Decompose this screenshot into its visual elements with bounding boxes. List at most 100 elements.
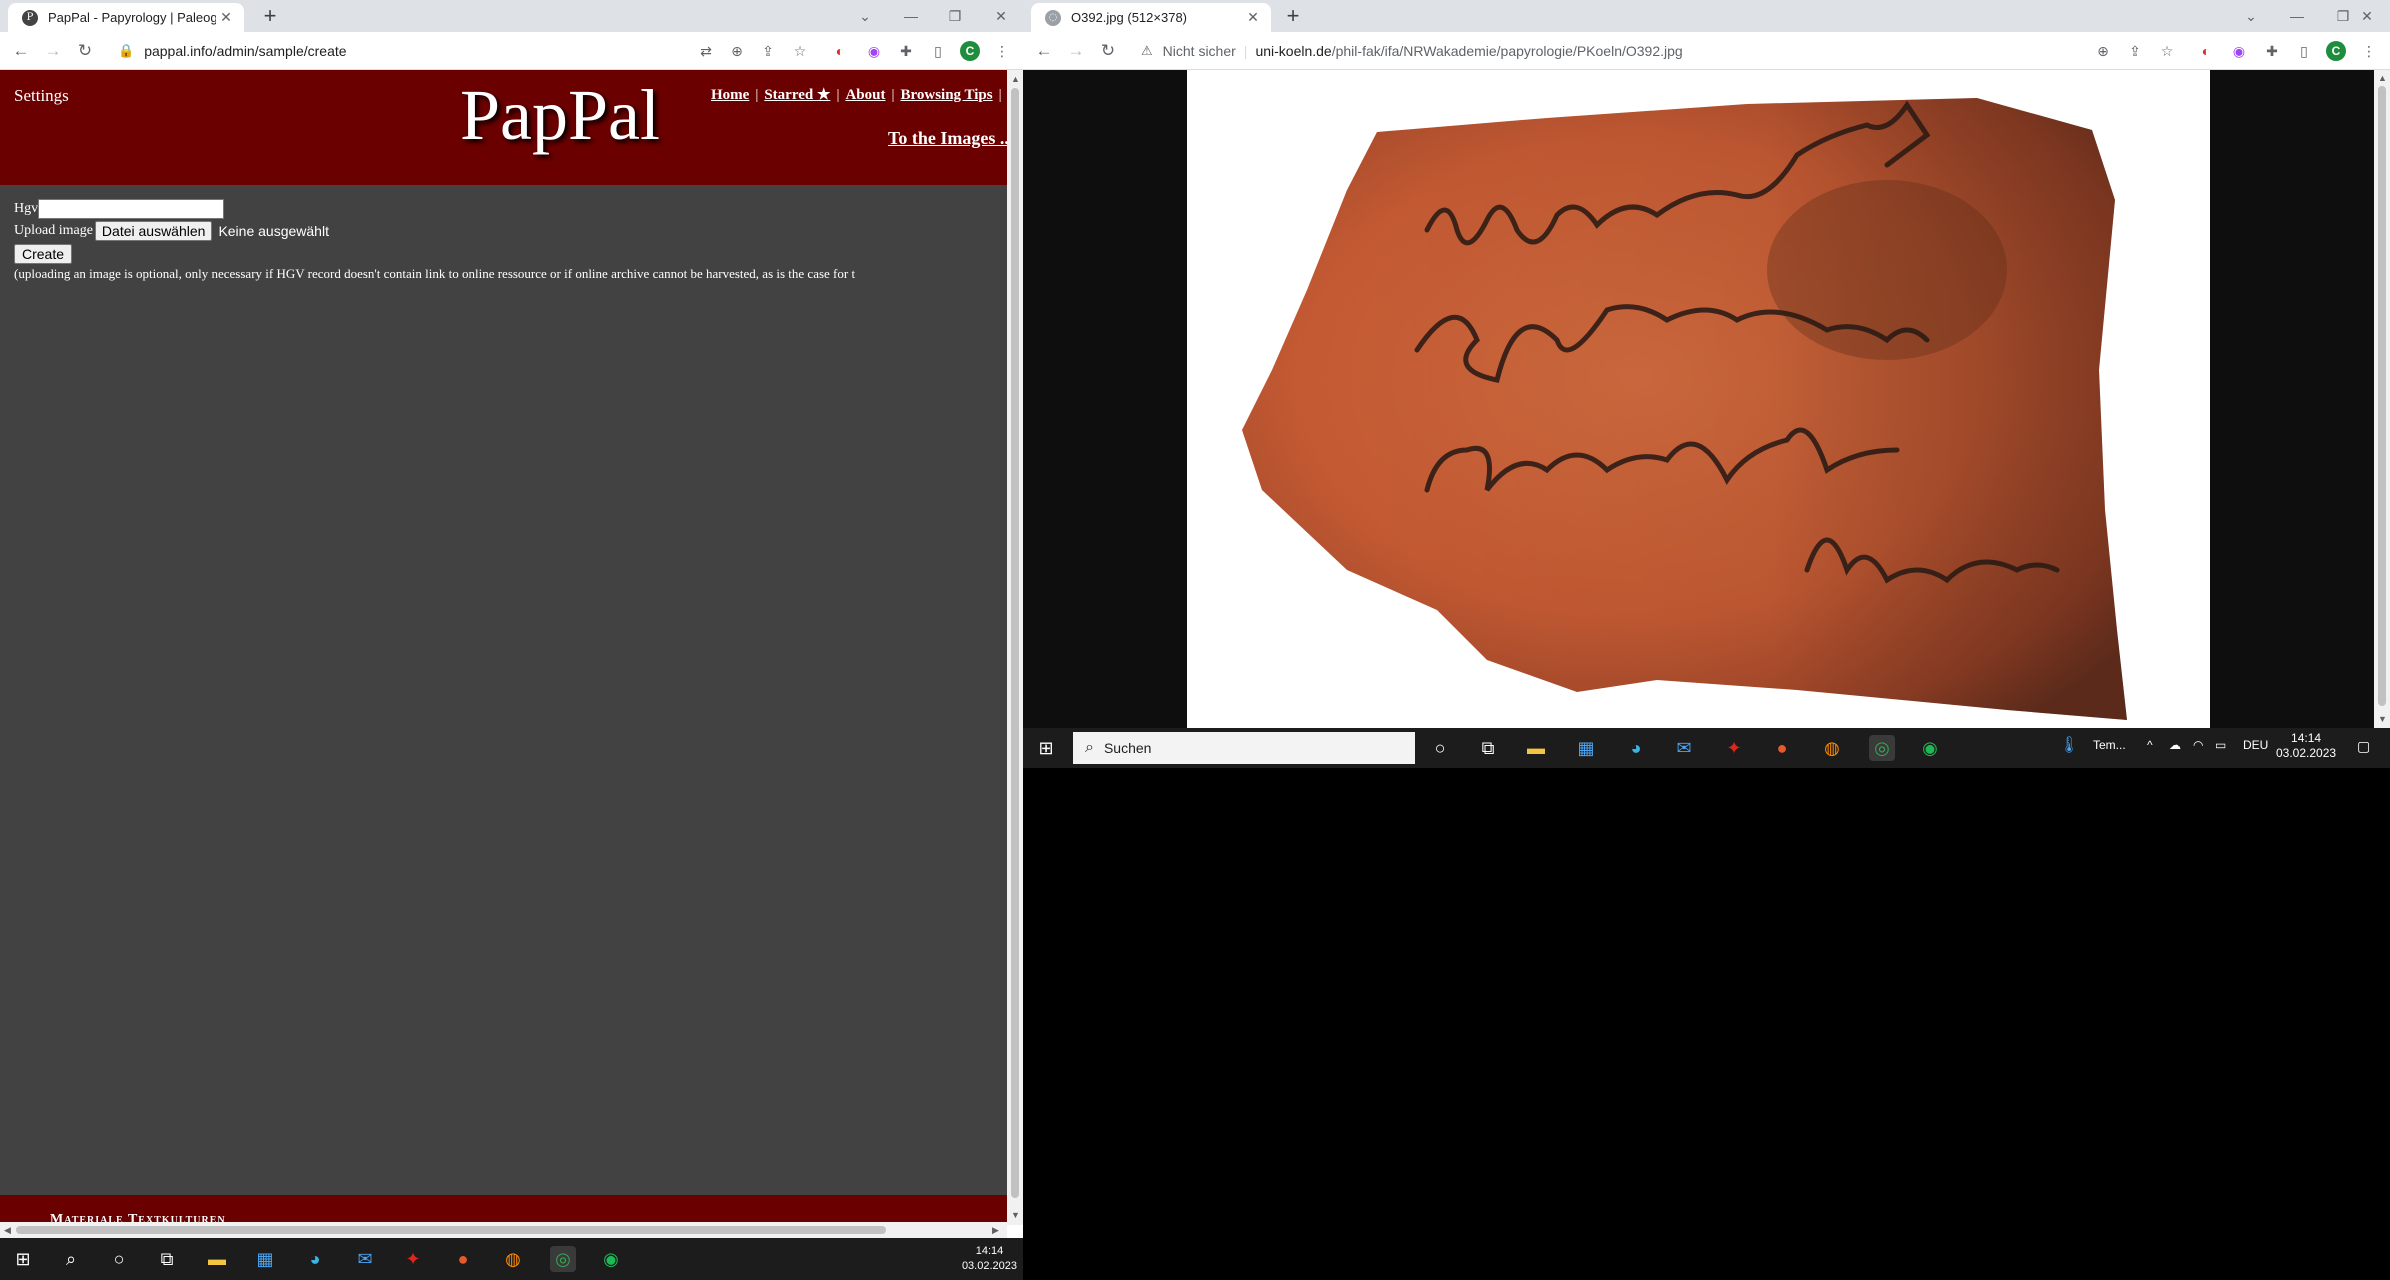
- minimize-icon[interactable]: —: [2274, 0, 2320, 32]
- share-icon[interactable]: ⇪: [758, 41, 778, 61]
- nav-about[interactable]: About: [845, 87, 885, 103]
- back-icon[interactable]: ←: [1033, 40, 1055, 62]
- hgv-input[interactable]: [38, 199, 225, 219]
- mail-icon[interactable]: ✉: [1671, 735, 1697, 761]
- firefox-icon[interactable]: ◍: [500, 1246, 526, 1272]
- share-icon[interactable]: ⇪: [2125, 41, 2145, 61]
- minimize-icon[interactable]: —: [888, 0, 934, 32]
- choose-file-button[interactable]: Datei auswählen: [94, 221, 213, 241]
- site-logo[interactable]: PapPal: [460, 74, 660, 157]
- sidepanel-icon[interactable]: ▯: [2294, 41, 2314, 61]
- onedrive-icon[interactable]: ☁: [2169, 738, 2181, 752]
- to-images-link[interactable]: To the Images ...: [888, 128, 1007, 149]
- taskbar-clock-right[interactable]: 14:14 03.02.2023: [2276, 731, 2336, 761]
- powerpoint-icon[interactable]: ●: [450, 1246, 476, 1272]
- scroll-up-icon[interactable]: ▲: [1011, 74, 1020, 84]
- close-tab-icon[interactable]: ✕: [1243, 9, 1263, 26]
- create-button[interactable]: Create: [14, 244, 73, 264]
- address-bar[interactable]: ⚠ Nicht sicher | uni-koeln.de/phil-fak/i…: [1141, 37, 2041, 65]
- new-tab-button[interactable]: +: [1279, 4, 1307, 30]
- extension-red-icon[interactable]: ◐: [830, 41, 850, 61]
- menu-dots-icon[interactable]: ⋮: [2359, 41, 2379, 61]
- profile-avatar[interactable]: C: [960, 41, 980, 61]
- settings-link[interactable]: Settings: [14, 86, 69, 106]
- horizontal-scrollbar[interactable]: ◀ ▶: [0, 1222, 1007, 1238]
- network-icon[interactable]: ◠: [2193, 738, 2203, 752]
- restore-icon[interactable]: ❐: [932, 0, 978, 32]
- sidepanel-icon[interactable]: ▯: [928, 41, 948, 61]
- close-window-icon[interactable]: ✕: [978, 0, 1024, 32]
- search-icon[interactable]: ⌕: [58, 1246, 84, 1272]
- edge-icon[interactable]: ◕: [302, 1246, 328, 1272]
- battery-icon[interactable]: ▭: [2215, 738, 2226, 752]
- scroll-left-icon[interactable]: ◀: [4, 1225, 11, 1236]
- extension-purple-icon[interactable]: ◉: [864, 41, 884, 61]
- zoom-icon[interactable]: ⊕: [2093, 41, 2113, 61]
- task-view-icon[interactable]: ⧉: [154, 1246, 180, 1272]
- language-indicator[interactable]: DEU: [2243, 738, 2268, 752]
- tab-search-icon[interactable]: ⌄: [2228, 0, 2274, 32]
- reload-icon[interactable]: ↻: [74, 40, 96, 62]
- new-tab-button[interactable]: +: [256, 4, 284, 30]
- spotify-icon[interactable]: ◉: [1917, 735, 1943, 761]
- nav-browsing-tips[interactable]: Browsing Tips: [900, 87, 992, 103]
- scroll-down-icon[interactable]: ▼: [1011, 1210, 1020, 1220]
- tab-search-icon[interactable]: ⌄: [842, 0, 888, 32]
- ostracon-image[interactable]: [1187, 70, 2210, 728]
- vertical-scrollbar-right[interactable]: ▲ ▼: [2374, 70, 2390, 728]
- zoom-icon[interactable]: ⊕: [727, 41, 747, 61]
- scroll-right-icon[interactable]: ▶: [992, 1225, 999, 1236]
- back-icon[interactable]: ←: [10, 40, 32, 62]
- weather-icon[interactable]: 🌡: [2059, 735, 2079, 755]
- cortana-icon[interactable]: ○: [106, 1246, 132, 1272]
- mail-icon[interactable]: ✉: [352, 1246, 378, 1272]
- file-explorer-icon[interactable]: ▬: [1523, 735, 1549, 761]
- acrobat-icon[interactable]: ✦: [1721, 735, 1747, 761]
- powerpoint-icon[interactable]: ●: [1769, 735, 1795, 761]
- extensions-puzzle-icon[interactable]: ✚: [2262, 41, 2282, 61]
- address-bar[interactable]: 🔒 pappal.info/admin/sample/create: [118, 37, 678, 65]
- windows-start-icon[interactable]: ⊞: [1033, 735, 1059, 761]
- vertical-scrollbar[interactable]: ▲ ▼: [1007, 70, 1023, 1225]
- spotify-icon[interactable]: ◉: [598, 1246, 624, 1272]
- weather-text[interactable]: Tem...: [2093, 738, 2126, 752]
- menu-dots-icon[interactable]: ⋮: [992, 41, 1012, 61]
- vertical-scroll-thumb[interactable]: [1011, 88, 1019, 1198]
- nav-starred[interactable]: Starred ★: [764, 87, 830, 103]
- scroll-up-icon[interactable]: ▲: [2378, 73, 2387, 83]
- extension-purple-icon[interactable]: ◉: [2229, 41, 2249, 61]
- taskbar-search[interactable]: ⌕ Suchen: [1073, 732, 1415, 764]
- close-window-icon[interactable]: ✕: [2344, 0, 2390, 32]
- acrobat-icon[interactable]: ✦: [400, 1246, 426, 1272]
- chrome-icon[interactable]: ◎: [550, 1246, 576, 1272]
- taskbar-clock[interactable]: 14:14 03.02.2023: [962, 1244, 1017, 1274]
- extensions-puzzle-icon[interactable]: ✚: [896, 41, 916, 61]
- extension-red-icon[interactable]: ◐: [2196, 41, 2216, 61]
- edge-icon[interactable]: ◕: [1623, 735, 1649, 761]
- notifications-icon[interactable]: ▢: [2357, 738, 2370, 755]
- reload-icon[interactable]: ↻: [1097, 40, 1119, 62]
- close-tab-icon[interactable]: ✕: [216, 9, 236, 26]
- store-icon[interactable]: ▦: [1573, 735, 1599, 761]
- nav-home[interactable]: Home: [711, 87, 749, 103]
- profile-avatar[interactable]: C: [2326, 41, 2346, 61]
- store-icon[interactable]: ▦: [252, 1246, 278, 1272]
- task-view-icon[interactable]: ⧉: [1475, 735, 1501, 761]
- vertical-scroll-thumb[interactable]: [2378, 86, 2386, 706]
- forward-icon[interactable]: →: [1065, 40, 1087, 62]
- horizontal-scroll-thumb[interactable]: [16, 1226, 886, 1234]
- firefox-icon[interactable]: ◍: [1819, 735, 1845, 761]
- scroll-down-icon[interactable]: ▼: [2378, 714, 2387, 724]
- chrome-icon[interactable]: ◎: [1869, 735, 1895, 761]
- bookmark-star-icon[interactable]: ☆: [2157, 41, 2177, 61]
- bookmark-star-icon[interactable]: ☆: [790, 41, 810, 61]
- file-explorer-icon[interactable]: ▬: [204, 1246, 230, 1272]
- tab-image[interactable]: ◌ O392.jpg (512×378) ✕: [1031, 3, 1271, 32]
- forward-icon[interactable]: →: [42, 40, 64, 62]
- cortana-icon[interactable]: ○: [1427, 735, 1453, 761]
- tray-chevron-icon[interactable]: ^: [2147, 738, 2153, 752]
- translate-icon[interactable]: ⇄: [696, 41, 716, 61]
- windows-start-icon[interactable]: ⊞: [10, 1246, 36, 1272]
- tab-pappal[interactable]: P PapPal - Papyrology | Paleograph ✕: [8, 3, 244, 32]
- security-label[interactable]: Nicht sicher: [1163, 43, 1236, 59]
